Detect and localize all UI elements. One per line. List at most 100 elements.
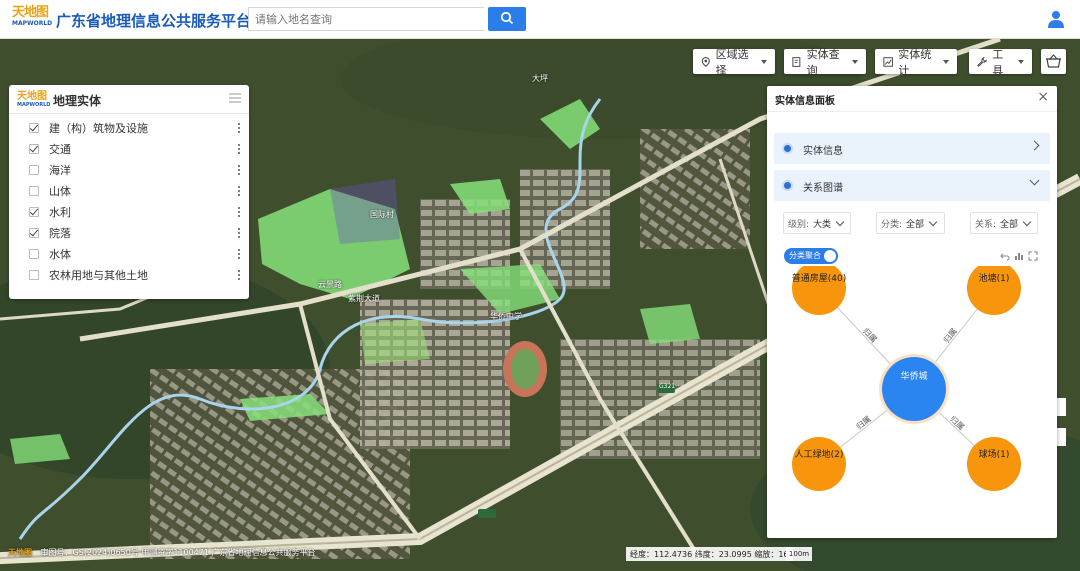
layer-checkbox[interactable] bbox=[29, 185, 39, 196]
more-options-icon[interactable] bbox=[238, 164, 241, 175]
entity-node-label: 球场(1) bbox=[979, 448, 1010, 460]
layer-label: 农林用地与其他土地 bbox=[49, 268, 148, 282]
level-filter-select[interactable]: 级别: 大类 bbox=[783, 212, 851, 234]
category-filter-select[interactable]: 分类: 全部 bbox=[876, 212, 945, 234]
toggle-label: 分类聚合 bbox=[789, 251, 821, 260]
layer-checkbox[interactable] bbox=[29, 227, 39, 238]
center-entity-node[interactable] bbox=[882, 357, 946, 421]
map-label-school: 华侨中学 bbox=[490, 312, 522, 321]
entity-info-panel: 实体信息面板 × 实体信息 关系图谱 级别: 大类 分类: 全部 关系: 全部 … bbox=[767, 86, 1057, 538]
entity-stats-button[interactable]: 实体统计 bbox=[875, 48, 957, 77]
layer-item[interactable]: 建（构）筑物及设施 bbox=[9, 117, 249, 138]
layer-item[interactable]: 院落 bbox=[9, 222, 249, 243]
layer-list: 建（构）筑物及设施 交通 海洋 山体 水利 院落 水体 农林用地与其他土地 bbox=[9, 114, 249, 285]
layer-checkbox[interactable] bbox=[29, 248, 39, 259]
bullet-icon bbox=[784, 182, 791, 189]
entity-node[interactable] bbox=[792, 437, 846, 491]
tools-button[interactable]: 工具 bbox=[969, 48, 1032, 77]
more-options-icon[interactable] bbox=[238, 185, 241, 196]
panel-logo-text: 天地图 bbox=[17, 91, 47, 102]
filter-key: 关系: bbox=[975, 219, 997, 230]
relation-edge-label: 归属 bbox=[948, 414, 967, 432]
layer-item[interactable]: 水体 bbox=[9, 243, 249, 264]
place-search-input[interactable] bbox=[248, 7, 484, 31]
location-pin-icon bbox=[701, 56, 710, 67]
fullscreen-icon[interactable] bbox=[1028, 251, 1038, 261]
close-icon[interactable]: × bbox=[1037, 90, 1049, 104]
panel-logo: 天地图 MAPWORLD bbox=[17, 91, 50, 109]
more-options-icon[interactable] bbox=[238, 248, 241, 259]
more-options-icon[interactable] bbox=[238, 269, 241, 280]
region-select-button[interactable]: 区域选择 bbox=[693, 48, 775, 77]
layers-panel-title: 地理实体 bbox=[53, 94, 102, 108]
section-label: 关系图谱 bbox=[803, 183, 843, 194]
relation-graph[interactable]: 归属 归属归属 归属 普通房屋(40) 池塘(1)人工绿地(2) 球场(1)华侨城 bbox=[767, 266, 1057, 536]
filter-value: 大类 bbox=[813, 219, 832, 230]
filter-key: 级别: bbox=[788, 219, 810, 230]
center-entity-label: 华侨城 bbox=[900, 370, 927, 382]
map-side-control[interactable] bbox=[1057, 398, 1066, 416]
bar-chart-icon[interactable] bbox=[1014, 251, 1024, 261]
layer-item[interactable]: 海洋 bbox=[9, 159, 249, 180]
layer-checkbox[interactable] bbox=[29, 143, 39, 154]
chevron-down-icon bbox=[1029, 175, 1040, 186]
filter-value: 全部 bbox=[906, 219, 925, 230]
chevron-down-icon bbox=[1018, 59, 1024, 64]
layer-checkbox[interactable] bbox=[29, 122, 39, 133]
relation-edge-label: 归属 bbox=[854, 414, 873, 432]
chevron-down-icon bbox=[1022, 217, 1032, 226]
relation-filter-select[interactable]: 关系: 全部 bbox=[970, 212, 1038, 234]
chevron-right-icon bbox=[1029, 140, 1040, 151]
info-panel-title: 实体信息面板 bbox=[775, 96, 835, 107]
entity-node-label: 人工绿地(2) bbox=[795, 448, 844, 460]
entity-query-button[interactable]: 实体查询 bbox=[784, 48, 866, 77]
user-account-button[interactable] bbox=[1046, 9, 1066, 29]
layer-label: 山体 bbox=[49, 184, 71, 198]
map-credit: 天地图 审图号：GS(2024)0650号 甲测资字1100471 广东省地理信… bbox=[8, 547, 316, 558]
layer-label: 水利 bbox=[49, 205, 71, 219]
layer-checkbox[interactable] bbox=[29, 164, 39, 175]
map-side-control[interactable] bbox=[1057, 428, 1066, 446]
layers-panel-header: 天地图 MAPWORLD 地理实体 bbox=[9, 85, 249, 114]
layer-label: 交通 bbox=[49, 142, 71, 156]
layer-checkbox[interactable] bbox=[29, 206, 39, 217]
app-title: 广东省地理信息公共服务平台 bbox=[56, 12, 252, 30]
layer-item[interactable]: 水利 bbox=[9, 201, 249, 222]
relation-edge-label: 归属 bbox=[941, 326, 959, 345]
more-options-icon[interactable] bbox=[238, 143, 241, 154]
relation-edge-label: 归属 bbox=[861, 326, 879, 345]
entity-node-label: 池塘(1) bbox=[979, 272, 1010, 284]
search-button[interactable] bbox=[488, 7, 526, 31]
layer-checkbox[interactable] bbox=[29, 269, 39, 280]
basket-icon bbox=[1046, 54, 1061, 68]
layer-label: 院落 bbox=[49, 226, 71, 240]
section-relation-graph[interactable]: 关系图谱 bbox=[774, 170, 1050, 201]
chevron-down-icon bbox=[852, 59, 858, 64]
layer-label: 水体 bbox=[49, 247, 71, 261]
more-options-icon[interactable] bbox=[238, 122, 241, 133]
layer-item[interactable]: 交通 bbox=[9, 138, 249, 159]
map-label-guoji: 国际村 bbox=[370, 210, 394, 219]
layer-item[interactable]: 农林用地与其他土地 bbox=[9, 264, 249, 285]
entity-stats-label: 实体统计 bbox=[898, 47, 932, 77]
app-logo[interactable]: 天地图 MAPWORLD bbox=[12, 5, 53, 32]
undo-icon[interactable] bbox=[1000, 251, 1010, 261]
credit-logo: 天地图 bbox=[8, 547, 32, 557]
more-options-icon[interactable] bbox=[238, 227, 241, 238]
layer-item[interactable]: 山体 bbox=[9, 180, 249, 201]
more-options-icon[interactable] bbox=[238, 206, 241, 217]
wrench-icon bbox=[977, 56, 988, 67]
section-entity-info[interactable]: 实体信息 bbox=[774, 133, 1050, 164]
coordinate-text: 经度：112.4736 纬度：23.0995 缩放：16 bbox=[630, 549, 789, 559]
logo-text: 天地图 bbox=[12, 5, 49, 20]
basket-button[interactable] bbox=[1041, 49, 1066, 74]
category-aggregate-toggle[interactable]: 分类聚合 bbox=[784, 248, 838, 264]
bullet-icon bbox=[784, 145, 791, 152]
list-menu-icon[interactable] bbox=[229, 93, 241, 103]
chevron-down-icon bbox=[835, 217, 845, 226]
map-label-dapo: 大坪 bbox=[532, 74, 548, 83]
logo-subtext: MAPWORLD bbox=[12, 20, 53, 27]
top-header: 天地图 MAPWORLD 广东省地理信息公共服务平台 bbox=[0, 0, 1080, 39]
entity-node[interactable] bbox=[967, 437, 1021, 491]
map-label-g321: G321 bbox=[659, 383, 676, 390]
